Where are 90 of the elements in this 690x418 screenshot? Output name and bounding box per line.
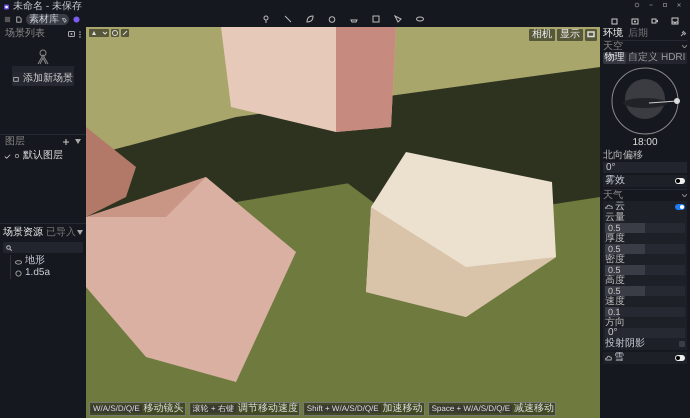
slider-track[interactable]: 0.1 <box>605 307 685 317</box>
leaf-icon[interactable] <box>306 15 314 23</box>
time-label: 18:00 <box>631 138 659 148</box>
view-menu-icon[interactable] <box>585 29 597 41</box>
slider-fill[interactable]: 0.5 <box>605 286 645 296</box>
square-icon[interactable] <box>4 16 11 23</box>
toggle-switch[interactable] <box>675 355 685 361</box>
sphere-icon[interactable] <box>73 16 80 23</box>
tag-icon[interactable] <box>61 16 67 22</box>
key-hint: Shift + W/A/S/D/Q/E <box>304 405 381 413</box>
input-field[interactable]: 0° <box>605 328 685 338</box>
field-label: 北向偏移 <box>603 151 644 161</box>
slider-track[interactable]: 0.5 <box>605 286 685 296</box>
panel-tab[interactable]: 环境 <box>603 28 623 38</box>
panel-title: 场景列表 <box>5 29 45 39</box>
inbox-icon[interactable] <box>671 17 679 25</box>
disc-icon[interactable] <box>416 15 424 23</box>
check-icon[interactable] <box>4 152 11 160</box>
field-label: 云量 <box>605 212 626 223</box>
slider-fill[interactable]: 0.5 <box>605 244 645 254</box>
add-scene-button[interactable]: 添加新场景 <box>12 72 74 86</box>
toggle-switch[interactable] <box>675 204 685 210</box>
checkbox-label: 投射阴影 <box>605 338 645 348</box>
key-hint: 滚轮 + 右键 <box>190 405 236 413</box>
field-label: 高度 <box>605 275 626 286</box>
viewport-button[interactable]: 相机 <box>529 29 555 41</box>
help-icon[interactable] <box>634 2 640 8</box>
field-label: 密度 <box>605 254 626 265</box>
panel-tab[interactable]: 后期 <box>628 28 648 38</box>
video-icon[interactable] <box>651 17 659 25</box>
key-hint: W/A/S/D/Q/E <box>91 405 142 413</box>
search-icon <box>6 244 12 250</box>
library-button[interactable]: 素材库 <box>26 14 69 25</box>
marker-icon[interactable] <box>262 15 270 23</box>
sky-mode-tab[interactable]: HDRI <box>659 52 688 64</box>
hint-text: 调节移动速度 <box>238 404 298 414</box>
cloud-icon <box>605 204 613 209</box>
sky-mode-tab[interactable]: 自定义 <box>626 52 660 64</box>
chevron-icon[interactable] <box>682 45 687 48</box>
pen-icon[interactable] <box>121 29 129 37</box>
section-title: 天空 <box>603 42 623 52</box>
sky-mode-tab[interactable]: 物理 <box>603 52 626 64</box>
close-icon[interactable] <box>676 2 682 8</box>
search-field[interactable] <box>3 242 83 253</box>
toggle-label: 云 <box>615 202 625 212</box>
minimize-icon[interactable] <box>648 2 654 8</box>
hint-text: 减速移动 <box>514 404 554 414</box>
toggle-switch[interactable] <box>675 178 685 184</box>
panel-tab[interactable]: 场景资源 <box>3 228 43 238</box>
maximize-icon[interactable] <box>662 2 668 8</box>
field-label: 速度 <box>605 296 626 307</box>
checkbox[interactable] <box>679 340 685 346</box>
layer-name[interactable]: 默认图层 <box>23 151 63 161</box>
file-icon[interactable] <box>15 16 22 23</box>
viewport-button[interactable]: 显示 <box>557 29 583 41</box>
pin-icon[interactable] <box>680 30 687 37</box>
photo-camera-icon[interactable] <box>631 17 639 25</box>
chevron-icon[interactable] <box>682 194 687 197</box>
field-label: 厚度 <box>605 233 626 244</box>
slider-track[interactable]: 0.5 <box>605 265 685 275</box>
north-offset-field[interactable]: 0° <box>603 162 687 173</box>
panel-icon[interactable] <box>372 15 380 23</box>
app-logo-icon <box>4 3 10 11</box>
filter-icon[interactable] <box>75 139 81 144</box>
panel-title: 图层 <box>5 136 25 146</box>
key-hint: Space + W/A/S/D/Q/E <box>430 405 512 413</box>
scene-placeholder-icon <box>36 49 50 65</box>
slider-fill[interactable]: 0.5 <box>605 265 645 275</box>
camera-icon[interactable] <box>13 76 19 82</box>
add-layer-icon[interactable] <box>63 138 69 144</box>
hint-text: 加速移动 <box>382 404 423 414</box>
layers-tool-icon[interactable] <box>89 29 109 37</box>
toggle-label: 雪 <box>614 353 624 363</box>
toggle-label: 雾效 <box>605 176 625 186</box>
panel-tab[interactable]: 已导入 <box>46 228 76 238</box>
section-title: 天气 <box>603 190 623 200</box>
asset-name[interactable]: 地形 <box>25 256 45 266</box>
window-title: 未命名 - 未保存 <box>13 2 82 12</box>
globe-icon[interactable] <box>111 29 119 37</box>
slider-track[interactable]: 0.5 <box>605 244 685 254</box>
camera-icon[interactable] <box>68 31 75 37</box>
field-label: 方向 <box>605 317 626 328</box>
asset-name[interactable]: 1.d5a <box>25 268 50 278</box>
slider-track[interactable]: 0.5 <box>605 223 685 233</box>
sun-dial-drawing[interactable] <box>609 65 681 137</box>
line-icon[interactable] <box>284 15 292 23</box>
slider-fill[interactable]: 0.1 <box>605 307 619 317</box>
slider-fill[interactable]: 0.5 <box>605 223 645 233</box>
hint-text: 移动镜头 <box>144 404 184 414</box>
filter-icon[interactable] <box>77 230 83 235</box>
